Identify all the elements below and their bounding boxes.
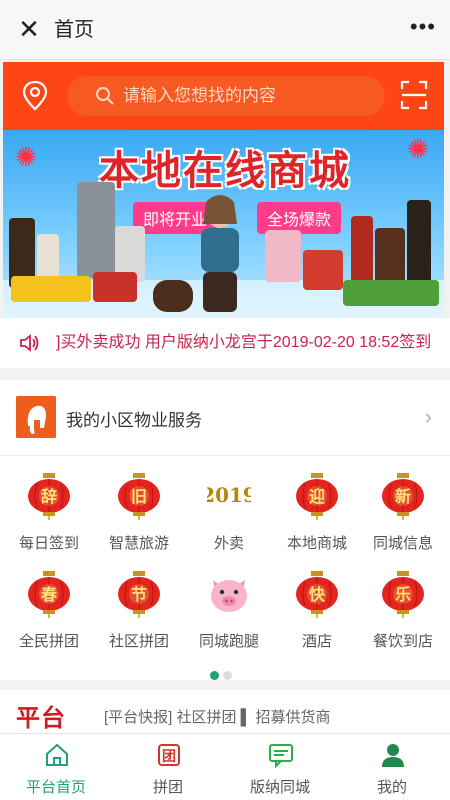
tab-label: 平台首页 bbox=[25, 779, 86, 796]
svg-text:2019: 2019 bbox=[207, 483, 251, 507]
promo-banner[interactable]: ✺ ✺ 本地在线商城 即将开业 全场爆款 bbox=[3, 130, 444, 318]
grid-item-label: 社区拼团 bbox=[108, 633, 169, 650]
service-label: 我的小区物业服务 bbox=[66, 411, 202, 430]
search-bar: 请输入您想找的内容 bbox=[3, 62, 444, 130]
close-icon[interactable]: ✕ bbox=[16, 16, 42, 42]
ticker-message: ]买外卖成功 用户版纳小龙宫于2019-02-20 18:52签到 bbox=[56, 334, 432, 351]
tab-home[interactable]: 平台首页 bbox=[0, 734, 112, 800]
grid-item-label: 全民拼团 bbox=[18, 633, 79, 650]
grid-item-label: 智慧旅游 bbox=[108, 535, 169, 552]
lantern-icon: 旧 bbox=[117, 472, 161, 520]
svg-text:春: 春 bbox=[40, 585, 58, 604]
product-vegetables bbox=[343, 280, 439, 306]
grid-item-label: 外卖 bbox=[213, 535, 244, 552]
more-icon[interactable]: ••• bbox=[410, 14, 436, 40]
lantern-icon: 迎 bbox=[295, 472, 339, 520]
platform-logo: 平台 bbox=[16, 705, 66, 732]
search-icon bbox=[96, 87, 114, 105]
tab-label: 我的 bbox=[376, 779, 407, 796]
property-service-row[interactable]: 我的小区物业服务 › bbox=[0, 380, 450, 456]
grid-item[interactable]: 乐餐饮到店 bbox=[356, 570, 446, 658]
lantern-icon: 乐 bbox=[381, 570, 425, 618]
svg-text:团: 团 bbox=[162, 749, 176, 765]
bottom-tab-bar: 平台首页团拼团 版纳同城 我的 bbox=[0, 733, 450, 800]
tab-message[interactable]: 版纳同城 bbox=[224, 734, 336, 800]
svg-text:旧: 旧 bbox=[131, 487, 147, 506]
banner-headline: 本地在线商城 bbox=[99, 149, 351, 193]
svg-text:迎: 迎 bbox=[309, 487, 325, 506]
tab-user[interactable]: 我的 bbox=[336, 734, 448, 800]
group-icon: 团 bbox=[156, 742, 182, 768]
tab-label: 版纳同城 bbox=[249, 779, 310, 796]
tab-label: 拼团 bbox=[152, 779, 183, 796]
news-text: [平台快报] 社区拼团 ▌ 招募供货商 bbox=[104, 709, 331, 726]
search-input[interactable]: 请输入您想找的内容 bbox=[67, 76, 385, 116]
svg-text:乐: 乐 bbox=[395, 585, 411, 604]
location-icon[interactable] bbox=[21, 80, 49, 112]
pager-dot[interactable] bbox=[210, 671, 219, 680]
page-title: 首页 bbox=[54, 19, 94, 41]
svg-text:节: 节 bbox=[131, 585, 147, 604]
grid-item-label: 每日签到 bbox=[18, 535, 79, 552]
user-icon bbox=[380, 742, 406, 768]
title-bar: ✕ 首页 ••• bbox=[0, 0, 450, 60]
speaker-icon bbox=[20, 334, 39, 352]
product-bottle bbox=[407, 200, 431, 290]
firework-icon: ✺ bbox=[407, 134, 429, 164]
grid-item[interactable]: 同城跑腿 bbox=[182, 570, 272, 658]
chevron-right-icon: › bbox=[424, 404, 432, 429]
grid-item[interactable]: 节社区拼团 bbox=[92, 570, 182, 658]
grid-item[interactable]: 旧智慧旅游 bbox=[92, 472, 182, 560]
product-bag bbox=[265, 230, 301, 282]
lantern-icon: 春 bbox=[27, 570, 71, 618]
grid-item[interactable]: 快酒店 bbox=[270, 570, 360, 658]
product-snack bbox=[303, 250, 343, 290]
pager-dot[interactable] bbox=[223, 671, 232, 680]
grid-item-label: 本地商城 bbox=[286, 535, 347, 552]
svg-text:快: 快 bbox=[309, 585, 326, 604]
product-can bbox=[93, 272, 137, 302]
home-icon bbox=[44, 742, 70, 768]
lantern-icon: 快 bbox=[295, 570, 339, 618]
lantern-icon: 节 bbox=[117, 570, 161, 618]
grid-item-label: 酒店 bbox=[301, 633, 332, 650]
grid-item[interactable]: 辞每日签到 bbox=[2, 472, 92, 560]
product-wine bbox=[375, 228, 405, 288]
grid-item-label: 同城信息 bbox=[372, 535, 433, 552]
elephant-logo-icon bbox=[16, 396, 56, 438]
grid-item[interactable]: 迎本地商城 bbox=[270, 472, 360, 560]
product-box bbox=[11, 276, 91, 302]
product-shoes bbox=[153, 280, 193, 312]
grid-item[interactable]: 春全民拼团 bbox=[2, 570, 92, 658]
tab-group[interactable]: 团拼团 bbox=[112, 734, 224, 800]
grid-item-label: 同城跑腿 bbox=[198, 633, 259, 650]
grid-item[interactable]: 新同城信息 bbox=[356, 472, 446, 560]
product-fridge bbox=[77, 182, 115, 278]
lantern-icon: 新 bbox=[381, 472, 425, 520]
page-indicator bbox=[208, 667, 234, 685]
lantern-icon: 辞 bbox=[27, 472, 71, 520]
firework-icon: ✺ bbox=[15, 142, 37, 172]
svg-text:新: 新 bbox=[395, 487, 411, 506]
notice-ticker[interactable]: ]买外卖成功 用户版纳小龙宫于2019-02-20 18:52签到 bbox=[0, 318, 450, 368]
grid-item-label: 餐饮到店 bbox=[372, 633, 433, 650]
pig-icon bbox=[207, 570, 251, 618]
year-2019-icon: 2019 bbox=[201, 472, 257, 520]
service-section: 我的小区物业服务 › 辞每日签到旧智慧旅游 2019 外卖迎本地商城新同城信息春全民… bbox=[0, 380, 450, 680]
search-placeholder: 请输入您想找的内容 bbox=[123, 86, 276, 105]
scan-icon[interactable] bbox=[400, 80, 428, 110]
message-icon bbox=[268, 742, 294, 769]
grid-item[interactable]: 2019 外卖 bbox=[182, 472, 272, 560]
svg-text:辞: 辞 bbox=[41, 487, 57, 506]
product-sauce bbox=[351, 216, 373, 288]
platform-news[interactable]: 平台 [平台快报] 社区拼团 ▌ 招募供货商 bbox=[0, 690, 450, 734]
